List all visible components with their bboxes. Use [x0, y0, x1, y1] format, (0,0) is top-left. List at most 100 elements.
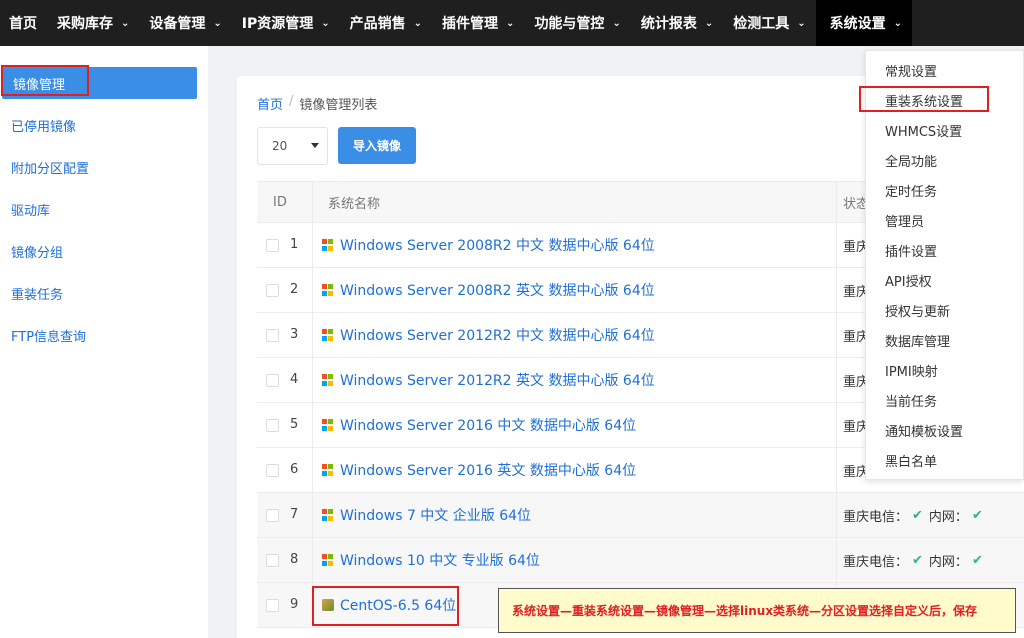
chevron-down-icon: ⌄ [893, 17, 902, 29]
cell-status: 重庆电信： ✔ 内网： ✔ [837, 538, 1024, 582]
nav-device-management[interactable]: 设备管理 ⌄ [139, 0, 231, 46]
check-icon: ✔ [912, 552, 923, 568]
image-name-link[interactable]: Windows Server 2012R2 中文 数据中心版 64位 [340, 325, 655, 345]
cell-system-name: Windows 10 中文 专业版 64位 [313, 538, 837, 582]
row-checkbox[interactable] [266, 554, 279, 567]
sidebar-item-image-management[interactable]: 镜像管理 [2, 67, 197, 99]
linux-distro-icon [322, 599, 334, 611]
row-checkbox[interactable] [266, 464, 279, 477]
sidebar-item-disabled-images[interactable]: 已停用镜像 [0, 109, 208, 141]
import-image-button[interactable]: 导入镜像 [338, 127, 416, 164]
sidebar: 镜像管理 已停用镜像 附加分区配置 驱动库 镜像分组 重装任务 FTP信息查询 [0, 46, 208, 638]
breadcrumb-current: 镜像管理列表 [299, 98, 378, 113]
chevron-down-icon: ⌄ [413, 17, 423, 29]
caret-down-icon [311, 143, 319, 148]
row-id: 6 [290, 462, 299, 477]
image-name-link[interactable]: Windows Server 2012R2 英文 数据中心版 64位 [340, 370, 655, 390]
breadcrumb: 首页 / 镜像管理列表 [257, 94, 377, 113]
nav-purchase-inventory[interactable]: 采购库存 ⌄ [47, 0, 139, 46]
image-name-link[interactable]: Windows Server 2008R2 英文 数据中心版 64位 [340, 280, 655, 300]
cell-id: 6 [257, 448, 313, 492]
breadcrumb-separator: / [289, 94, 294, 109]
dropdown-item[interactable]: 插件设置 [885, 240, 937, 260]
sidebar-item-partition-config[interactable]: 附加分区配置 [0, 151, 208, 183]
chevron-down-icon: ⌄ [213, 17, 222, 29]
nav-plugin-management[interactable]: 插件管理 ⌄ [432, 0, 524, 46]
chevron-down-icon: ⌄ [121, 17, 130, 29]
cell-system-name: Windows Server 2012R2 英文 数据中心版 64位 [313, 358, 837, 402]
page-size-select[interactable]: 20 [257, 127, 328, 165]
cell-system-name: Windows Server 2016 英文 数据中心版 64位 [313, 448, 837, 492]
nav-statistics[interactable]: 统计报表 ⌄ [631, 0, 723, 46]
status-intranet: 内网： [928, 509, 968, 525]
dropdown-item[interactable]: 授权与更新 [885, 300, 950, 320]
dropdown-item[interactable]: 数据库管理 [885, 330, 950, 350]
dropdown-item[interactable]: 通知模板设置 [885, 420, 963, 440]
windows-logo-icon [322, 509, 334, 521]
annotation-note: 系统设置—重装系统设置—镜像管理—选择linux类系统—分区设置选择自定义后，保… [498, 588, 1016, 633]
check-icon: ✔ [912, 507, 923, 523]
dropdown-item[interactable]: 当前任务 [885, 390, 937, 410]
cell-id: 3 [257, 313, 313, 357]
sidebar-item-driver-library[interactable]: 驱动库 [0, 193, 208, 225]
cell-id: 7 [257, 493, 313, 537]
cell-id: 2 [257, 268, 313, 312]
image-name-link[interactable]: Windows Server 2008R2 中文 数据中心版 64位 [340, 235, 655, 255]
image-name-link[interactable]: CentOS-6.5 64位 [340, 595, 456, 615]
nav-system-settings[interactable]: 系统设置 ⌄ [815, 0, 912, 46]
image-name-link[interactable]: Windows Server 2016 中文 数据中心版 64位 [340, 415, 636, 435]
dropdown-item[interactable]: API授权 [885, 270, 932, 290]
row-id: 4 [290, 372, 299, 387]
dropdown-item[interactable]: 全局功能 [885, 150, 937, 170]
nav-features-control[interactable]: 功能与管控 ⌄ [524, 0, 630, 46]
image-name-link[interactable]: Windows 10 中文 专业版 64位 [340, 550, 540, 570]
chevron-down-icon: ⌄ [797, 17, 806, 29]
breadcrumb-home[interactable]: 首页 [257, 94, 283, 113]
dropdown-item[interactable]: 重装系统设置 [885, 90, 963, 110]
row-checkbox[interactable] [266, 329, 279, 342]
row-checkbox[interactable] [266, 374, 279, 387]
windows-logo-icon [322, 374, 334, 386]
dropdown-item[interactable]: IPMI映射 [885, 360, 938, 380]
cell-system-name: Windows Server 2016 中文 数据中心版 64位 [313, 403, 837, 447]
nav-detection-tools[interactable]: 检测工具 ⌄ [723, 0, 815, 46]
cell-id: 8 [257, 538, 313, 582]
cell-system-name: Windows 7 中文 企业版 64位 [313, 493, 837, 537]
status-location: 重庆电信： [843, 509, 909, 525]
nav-product-sales[interactable]: 产品销售 ⌄ [340, 0, 432, 46]
windows-logo-icon [322, 284, 334, 296]
dropdown-item[interactable]: 定时任务 [885, 180, 937, 200]
windows-logo-icon [322, 419, 334, 431]
system-settings-dropdown: 常规设置重装系统设置 WHMCS设置 全局功能定时任务管理员插件设置 API授权授权与… [865, 50, 1024, 480]
image-name-link[interactable]: Windows Server 2016 英文 数据中心版 64位 [340, 460, 636, 480]
row-checkbox[interactable] [266, 284, 279, 297]
chevron-down-icon: ⌄ [612, 17, 621, 29]
cell-id: 4 [257, 358, 313, 402]
image-name-link[interactable]: Windows 7 中文 企业版 64位 [340, 505, 531, 525]
dropdown-item[interactable]: 常规设置 [885, 60, 937, 80]
dropdown-item[interactable]: 管理员 [885, 210, 924, 230]
cell-system-name: Windows Server 2008R2 英文 数据中心版 64位 [313, 268, 837, 312]
row-id: 7 [290, 507, 299, 522]
check-icon: ✔ [971, 552, 983, 568]
sidebar-item-ftp-info[interactable]: FTP信息查询 [0, 319, 208, 351]
row-checkbox[interactable] [266, 239, 279, 252]
nav-ip-resources[interactable]: IP资源管理 ⌄ [232, 0, 340, 46]
row-checkbox[interactable] [266, 599, 279, 612]
chevron-down-icon: ⌄ [704, 17, 714, 29]
cell-id: 9 [257, 583, 313, 627]
row-checkbox[interactable] [266, 509, 279, 522]
cell-id: 5 [257, 403, 313, 447]
table-row: 7 Windows 7 中文 企业版 64位 重庆电信： ✔ 内网： ✔ [257, 493, 1024, 538]
check-icon: ✔ [971, 507, 983, 523]
cell-system-name: Windows Server 2008R2 中文 数据中心版 64位 [313, 223, 837, 267]
row-id: 2 [290, 282, 299, 297]
sidebar-item-reinstall-tasks[interactable]: 重装任务 [0, 277, 208, 309]
row-id: 1 [290, 237, 299, 252]
dropdown-item[interactable]: 黑白名单 [885, 450, 937, 470]
nav-home[interactable]: 首页 [0, 0, 47, 46]
row-checkbox[interactable] [266, 419, 279, 432]
dropdown-item[interactable]: WHMCS设置 [885, 120, 962, 140]
chevron-down-icon: ⌄ [321, 17, 330, 29]
sidebar-item-image-groups[interactable]: 镜像分组 [0, 235, 208, 267]
